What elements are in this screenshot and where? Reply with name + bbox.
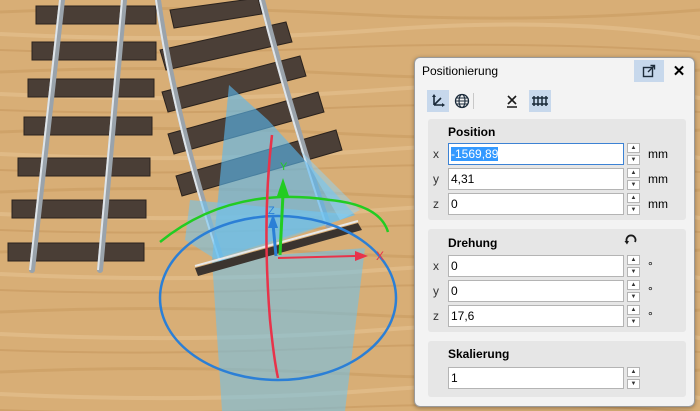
rotation-x-unit: ° [648, 259, 653, 273]
rotation-z-spinner[interactable]: ▲ ▼ [627, 305, 640, 327]
undock-button[interactable] [634, 60, 664, 82]
spin-down-icon[interactable]: ▼ [627, 180, 640, 190]
positioning-panel: Positionierung ✕ Position x -1569,89 ▲ ▼… [414, 57, 695, 407]
scale-value: 1 [451, 371, 458, 385]
spin-up-icon[interactable]: ▲ [627, 367, 640, 377]
position-x-input[interactable]: -1569,89 [448, 143, 624, 165]
rotate-reset-icon [624, 234, 637, 245]
position-y-spinner[interactable]: ▲ ▼ [627, 168, 640, 190]
rotation-y-input[interactable]: 0 [448, 280, 624, 302]
rotation-z-value: 17,6 [451, 309, 475, 323]
position-x-label: x [433, 147, 439, 161]
position-z-spinner[interactable]: ▲ ▼ [627, 193, 640, 215]
spin-up-icon[interactable]: ▲ [627, 280, 640, 290]
position-x-row: x -1569,89 ▲ ▼ mm [428, 143, 686, 165]
position-y-value: 4,31 [451, 172, 475, 186]
rotation-z-row: z 17,6 ▲ ▼ ° [428, 305, 686, 327]
rotation-z-unit: ° [648, 309, 653, 323]
position-z-row: z 0 ▲ ▼ mm [428, 193, 686, 215]
spin-up-icon[interactable]: ▲ [627, 143, 640, 153]
rotation-x-spinner[interactable]: ▲ ▼ [627, 255, 640, 277]
rotation-x-row: x 0 ▲ ▼ ° [428, 255, 686, 277]
rotation-y-label: y [433, 284, 439, 298]
panel-title: Positionierung [422, 64, 499, 78]
rotation-x-label: x [433, 259, 439, 273]
position-y-row: y 4,31 ▲ ▼ mm [428, 168, 686, 190]
spin-up-icon[interactable]: ▲ [627, 305, 640, 315]
x-axis-label: X [376, 249, 384, 263]
rotation-y-row: y 0 ▲ ▼ ° [428, 280, 686, 302]
scale-section: Skalierung 1 ▲ ▼ [428, 341, 686, 397]
spin-down-icon[interactable]: ▼ [627, 292, 640, 302]
position-heading: Position [448, 125, 496, 139]
tab-track[interactable] [529, 90, 551, 112]
spin-up-icon[interactable]: ▲ [627, 255, 640, 265]
position-x-value: -1569,89 [451, 147, 499, 161]
position-x-unit: mm [648, 147, 668, 161]
reset-x-icon [507, 95, 517, 108]
scale-row: 1 ▲ ▼ [428, 367, 686, 389]
position-y-unit: mm [648, 172, 668, 186]
spin-up-icon[interactable]: ▲ [627, 193, 640, 203]
spin-down-icon[interactable]: ▼ [627, 379, 640, 389]
position-z-value: 0 [451, 197, 458, 211]
track-icon [532, 96, 548, 106]
toolbar-separator [473, 93, 474, 109]
scale-heading: Skalierung [448, 347, 510, 361]
move-axes-icon [432, 94, 445, 107]
rotation-y-unit: ° [648, 284, 653, 298]
position-z-label: z [433, 197, 439, 211]
position-section: Position x -1569,89 ▲ ▼ mm y 4,31 ▲ ▼ mm z… [428, 119, 686, 220]
tab-globe[interactable] [451, 90, 473, 112]
panel-titlebar[interactable]: Positionierung ✕ [415, 58, 694, 84]
rotation-z-label: z [433, 309, 439, 323]
spin-down-icon[interactable]: ▼ [627, 155, 640, 165]
spin-down-icon[interactable]: ▼ [627, 267, 640, 277]
position-y-input[interactable]: 4,31 [448, 168, 624, 190]
position-z-unit: mm [648, 197, 668, 211]
globe-icon [454, 93, 470, 109]
rotation-x-input[interactable]: 0 [448, 255, 624, 277]
scale-input[interactable]: 1 [448, 367, 624, 389]
position-y-label: y [433, 172, 439, 186]
external-window-icon [642, 64, 656, 78]
spin-up-icon[interactable]: ▲ [627, 168, 640, 178]
rotation-z-input[interactable]: 17,6 [448, 305, 624, 327]
rotation-x-value: 0 [451, 259, 458, 273]
position-x-spinner[interactable]: ▲ ▼ [627, 143, 640, 165]
close-button[interactable]: ✕ [667, 60, 691, 82]
rotation-heading: Drehung [448, 236, 498, 250]
rotation-y-value: 0 [451, 284, 458, 298]
rotation-y-spinner[interactable]: ▲ ▼ [627, 280, 640, 302]
spin-down-icon[interactable]: ▼ [627, 317, 640, 327]
scale-spinner[interactable]: ▲ ▼ [627, 367, 640, 389]
tab-move-gizmo[interactable] [427, 90, 449, 112]
rotation-section: Drehung x 0 ▲ ▼ ° y 0 ▲ ▼ ° z 17,6 ▲ ▼ ° [428, 229, 686, 332]
tab-reset[interactable] [501, 90, 523, 112]
y-axis-label: Y [280, 161, 288, 173]
close-icon: ✕ [672, 63, 686, 80]
spin-down-icon[interactable]: ▼ [627, 205, 640, 215]
position-z-input[interactable]: 0 [448, 193, 624, 215]
reset-rotation-button[interactable] [624, 233, 638, 250]
z-axis-label: Z [268, 205, 275, 217]
